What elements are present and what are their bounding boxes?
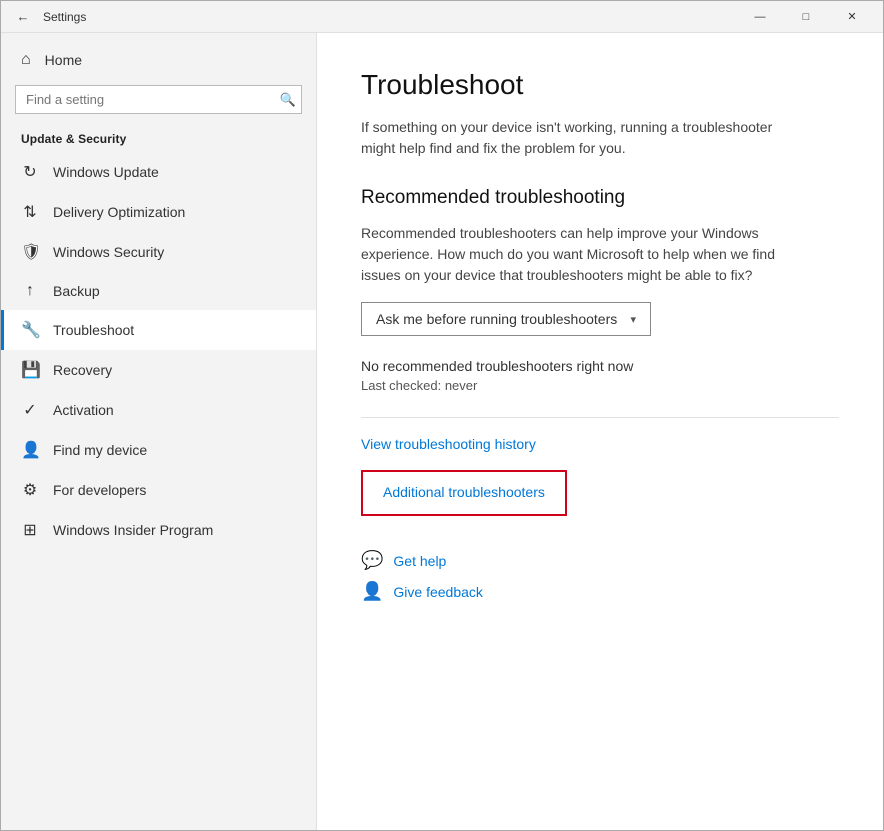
dropdown-value: Ask me before running troubleshooters (376, 311, 617, 327)
find-my-device-icon: 👤 (21, 440, 39, 460)
sidebar-item-label: Activation (53, 402, 114, 418)
recovery-icon: 💾 (21, 360, 39, 380)
search-icon[interactable]: 🔍 (280, 92, 296, 108)
sidebar-item-find-my-device[interactable]: 👤 Find my device (1, 430, 316, 470)
status-sub: Last checked: never (361, 378, 839, 393)
maximize-button[interactable]: □ (783, 1, 829, 33)
sidebar-item-label: Delivery Optimization (53, 204, 185, 220)
search-box[interactable]: 🔍 (15, 85, 302, 114)
troubleshoot-icon: 🔧 (21, 320, 39, 340)
additional-troubleshooters-box: Additional troubleshooters (361, 470, 567, 516)
window-title: Settings (43, 10, 737, 24)
sidebar-item-label: Recovery (53, 362, 112, 378)
get-help-row[interactable]: 💬 Get help (361, 550, 839, 571)
sidebar-item-for-developers[interactable]: ⚙ For developers (1, 470, 316, 510)
home-icon: ⌂ (21, 51, 31, 69)
sidebar-item-label: Windows Insider Program (53, 522, 213, 538)
chevron-down-icon: ▾ (630, 313, 636, 326)
troubleshooter-dropdown[interactable]: Ask me before running troubleshooters ▾ (361, 302, 651, 336)
windows-update-icon: ↻ (21, 162, 39, 182)
page-title: Troubleshoot (361, 69, 839, 101)
sidebar-item-troubleshoot[interactable]: 🔧 Troubleshoot (1, 310, 316, 350)
titlebar: ← Settings — □ ✕ (1, 1, 883, 33)
for-developers-icon: ⚙ (21, 480, 39, 500)
recommended-section-title: Recommended troubleshooting (361, 187, 839, 209)
back-button[interactable]: ← (9, 3, 37, 31)
status-main: No recommended troubleshooters right now (361, 358, 839, 374)
content-area: Troubleshoot If something on your device… (317, 33, 883, 830)
activation-icon: ✓ (21, 400, 39, 420)
sidebar-item-windows-update[interactable]: ↻ Windows Update (1, 152, 316, 192)
sidebar-item-label: Troubleshoot (53, 322, 134, 338)
sidebar-item-recovery[interactable]: 💾 Recovery (1, 350, 316, 390)
sidebar-item-home[interactable]: ⌂ Home (1, 41, 316, 79)
get-help-label: Get help (393, 553, 446, 569)
home-label: Home (45, 52, 82, 68)
sidebar-item-label: Windows Security (53, 244, 164, 260)
sidebar-item-backup[interactable]: ↑ Backup (1, 272, 316, 310)
window-controls: — □ ✕ (737, 1, 875, 33)
delivery-optimization-icon: ⇅ (21, 202, 39, 222)
sidebar-item-label: Find my device (53, 442, 147, 458)
backup-icon: ↑ (21, 282, 39, 300)
sidebar-item-label: Windows Update (53, 164, 159, 180)
sidebar-item-label: Backup (53, 283, 100, 299)
give-feedback-label: Give feedback (393, 584, 483, 600)
view-history-link[interactable]: View troubleshooting history (361, 436, 839, 452)
page-description: If something on your device isn't workin… (361, 117, 801, 159)
sidebar-item-windows-insider[interactable]: ⊞ Windows Insider Program (1, 510, 316, 550)
sidebar-item-label: For developers (53, 482, 146, 498)
sidebar-section-title: Update & Security (1, 124, 316, 152)
give-feedback-icon: 👤 (361, 581, 383, 602)
give-feedback-row[interactable]: 👤 Give feedback (361, 581, 839, 602)
windows-security-icon: 🛡 (21, 242, 39, 262)
search-input[interactable] (15, 85, 302, 114)
sidebar: ⌂ Home 🔍 Update & Security ↻ Windows Upd… (1, 33, 317, 830)
settings-window: ← Settings — □ ✕ ⌂ Home 🔍 Update & Secur… (0, 0, 884, 831)
close-button[interactable]: ✕ (829, 1, 875, 33)
additional-troubleshooters-link[interactable]: Additional troubleshooters (383, 484, 545, 500)
get-help-icon: 💬 (361, 550, 383, 571)
divider (361, 417, 839, 418)
main-layout: ⌂ Home 🔍 Update & Security ↻ Windows Upd… (1, 33, 883, 830)
minimize-button[interactable]: — (737, 1, 783, 33)
sidebar-item-activation[interactable]: ✓ Activation (1, 390, 316, 430)
recommended-section-desc: Recommended troubleshooters can help imp… (361, 223, 801, 286)
sidebar-item-windows-security[interactable]: 🛡 Windows Security (1, 232, 316, 272)
sidebar-item-delivery-optimization[interactable]: ⇅ Delivery Optimization (1, 192, 316, 232)
windows-insider-icon: ⊞ (21, 520, 39, 540)
